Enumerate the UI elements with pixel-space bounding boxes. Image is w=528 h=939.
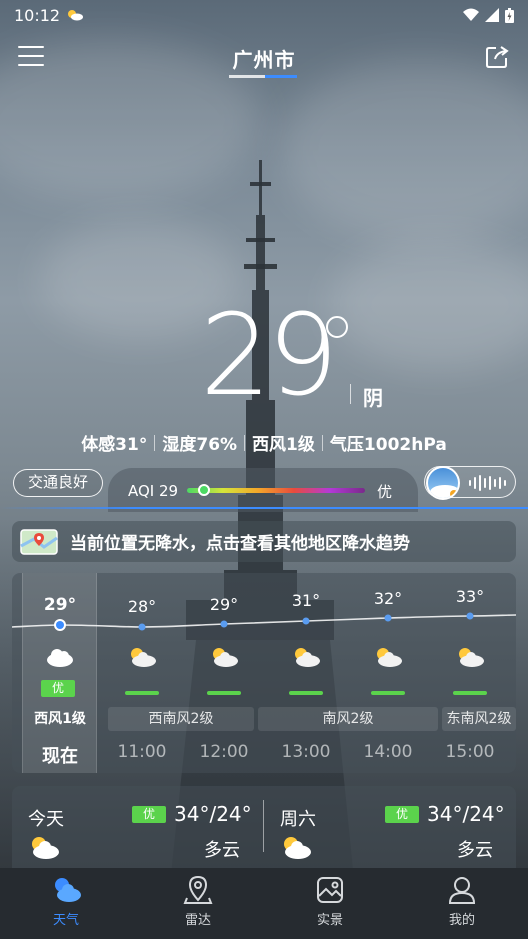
current-details: 体感31° 湿度76% 西风1级 气压1002hPa xyxy=(0,430,528,455)
pressure: 气压1002hPa xyxy=(329,435,447,455)
hourly-time: 现在 xyxy=(42,746,78,767)
wind-label: 西南风2级 xyxy=(108,707,254,731)
profile-icon xyxy=(448,877,476,904)
hourly-temp: 28° xyxy=(127,597,157,616)
nav-radar[interactable]: 雷达 xyxy=(132,868,264,939)
nav-label: 实景 xyxy=(316,913,343,928)
aqi-gradient-bar xyxy=(187,488,365,493)
photo-scene-icon xyxy=(317,877,343,903)
notice-text: 当前位置无降水，点击查看其他地区降水趋势 xyxy=(70,534,410,554)
hourly-wind-row: 西风1级 西南风2级 南风2级 东南风2级 xyxy=(12,707,516,731)
hourly-time: 12:00 xyxy=(199,742,249,762)
condition-divider xyxy=(350,384,351,404)
nav-label: 雷达 xyxy=(184,913,211,928)
radar-location-icon xyxy=(183,875,213,904)
status-time: 10:12 xyxy=(14,5,61,25)
hourly-time: 14:00 xyxy=(363,742,413,762)
partly-cloudy-icon xyxy=(459,648,484,667)
partly-cloudy-icon xyxy=(295,648,320,667)
hourly-temp: 29° xyxy=(209,595,239,614)
aqi-bar xyxy=(453,691,487,695)
precipitation-notice[interactable]: 当前位置无降水，点击查看其他地区降水趋势 xyxy=(12,521,516,562)
nav-label: 天气 xyxy=(52,913,79,928)
partly-cloudy-icon xyxy=(377,648,402,667)
wind-label: 南风2级 xyxy=(258,707,438,731)
aqi-indicator xyxy=(198,484,210,496)
partly-cloudy-day-icon xyxy=(284,837,311,859)
humidity: 湿度76% xyxy=(162,435,238,455)
aqi-label: AQI 29 xyxy=(128,482,179,500)
partly-cloudy-icon xyxy=(131,648,156,667)
hourly-time: 11:00 xyxy=(117,742,167,762)
degree-symbol xyxy=(326,316,348,338)
battery-icon xyxy=(505,7,514,23)
hourly-time: 13:00 xyxy=(281,742,331,762)
header: 广州市 xyxy=(0,40,528,80)
wind-label: 西风1级 xyxy=(34,711,86,727)
hourly-temp: 32° xyxy=(373,589,403,608)
aqi-badge: 优 xyxy=(41,680,75,697)
day-condition: 多云 xyxy=(204,840,240,861)
wifi-icon xyxy=(463,8,479,21)
day-name: 今天 xyxy=(28,809,64,830)
day-condition: 多云 xyxy=(457,840,493,861)
hourly-temp: 33° xyxy=(455,587,485,606)
city-title[interactable]: 广州市 xyxy=(0,44,528,73)
nav-label: 我的 xyxy=(448,913,475,928)
aqi-bar xyxy=(371,691,405,695)
day-temp-range: 34°/24° xyxy=(427,802,505,826)
day-card-today[interactable]: 今天 优 34°/24° 多云 xyxy=(12,786,262,868)
status-weather-icon xyxy=(68,10,84,21)
signal-icon xyxy=(485,8,499,22)
status-bar: 10:12 xyxy=(0,0,528,30)
map-pin-icon xyxy=(20,528,58,555)
feels-like: 体感31° xyxy=(81,435,148,455)
bottom-navigation: 天气 雷达 实景 我的 xyxy=(0,868,528,939)
aqi-badge: 优 xyxy=(385,806,419,823)
aqi-bar xyxy=(125,691,159,695)
current-condition: 阴 xyxy=(363,386,383,410)
hourly-time: 15:00 xyxy=(445,742,495,762)
hourly-temp: 31° xyxy=(291,591,321,610)
hourly-temp: 29° xyxy=(43,595,77,615)
aqi-badge: 优 xyxy=(132,806,166,823)
voice-broadcast-button[interactable] xyxy=(424,466,516,500)
voice-avatar-icon xyxy=(426,466,460,500)
city-page-indicator xyxy=(229,75,297,78)
day-card-saturday[interactable]: 周六 优 34°/24° 多云 xyxy=(264,786,514,868)
partly-cloudy-day-icon xyxy=(32,837,59,859)
day-temp-range: 34°/24° xyxy=(174,802,252,826)
nav-scene[interactable]: 实景 xyxy=(264,868,396,939)
accent-divider xyxy=(0,507,528,509)
nav-weather[interactable]: 天气 xyxy=(0,868,132,939)
current-temperature: 29 xyxy=(200,291,339,421)
sound-wave-icon xyxy=(469,475,506,491)
cloudy-icon xyxy=(47,649,73,667)
hourly-forecast[interactable]: 29° 28° 29° 31° 32° 33° 优 西风1级 西南风2级 南风2… xyxy=(12,573,516,773)
day-name: 周六 xyxy=(280,809,316,830)
wind: 西风1级 xyxy=(252,435,315,455)
share-icon[interactable] xyxy=(484,44,510,70)
aqi-bar xyxy=(207,691,241,695)
weather-icon xyxy=(55,878,81,902)
nav-profile[interactable]: 我的 xyxy=(396,868,528,939)
aqi-level: 优 xyxy=(377,483,393,501)
partly-cloudy-icon xyxy=(213,648,238,667)
daily-forecast: 今天 优 34°/24° 多云 周六 优 34°/24° 多云 xyxy=(12,786,516,868)
wind-label: 东南风2级 xyxy=(442,707,516,731)
traffic-status-button[interactable]: 交通良好 xyxy=(13,469,103,497)
aqi-bar xyxy=(289,691,323,695)
